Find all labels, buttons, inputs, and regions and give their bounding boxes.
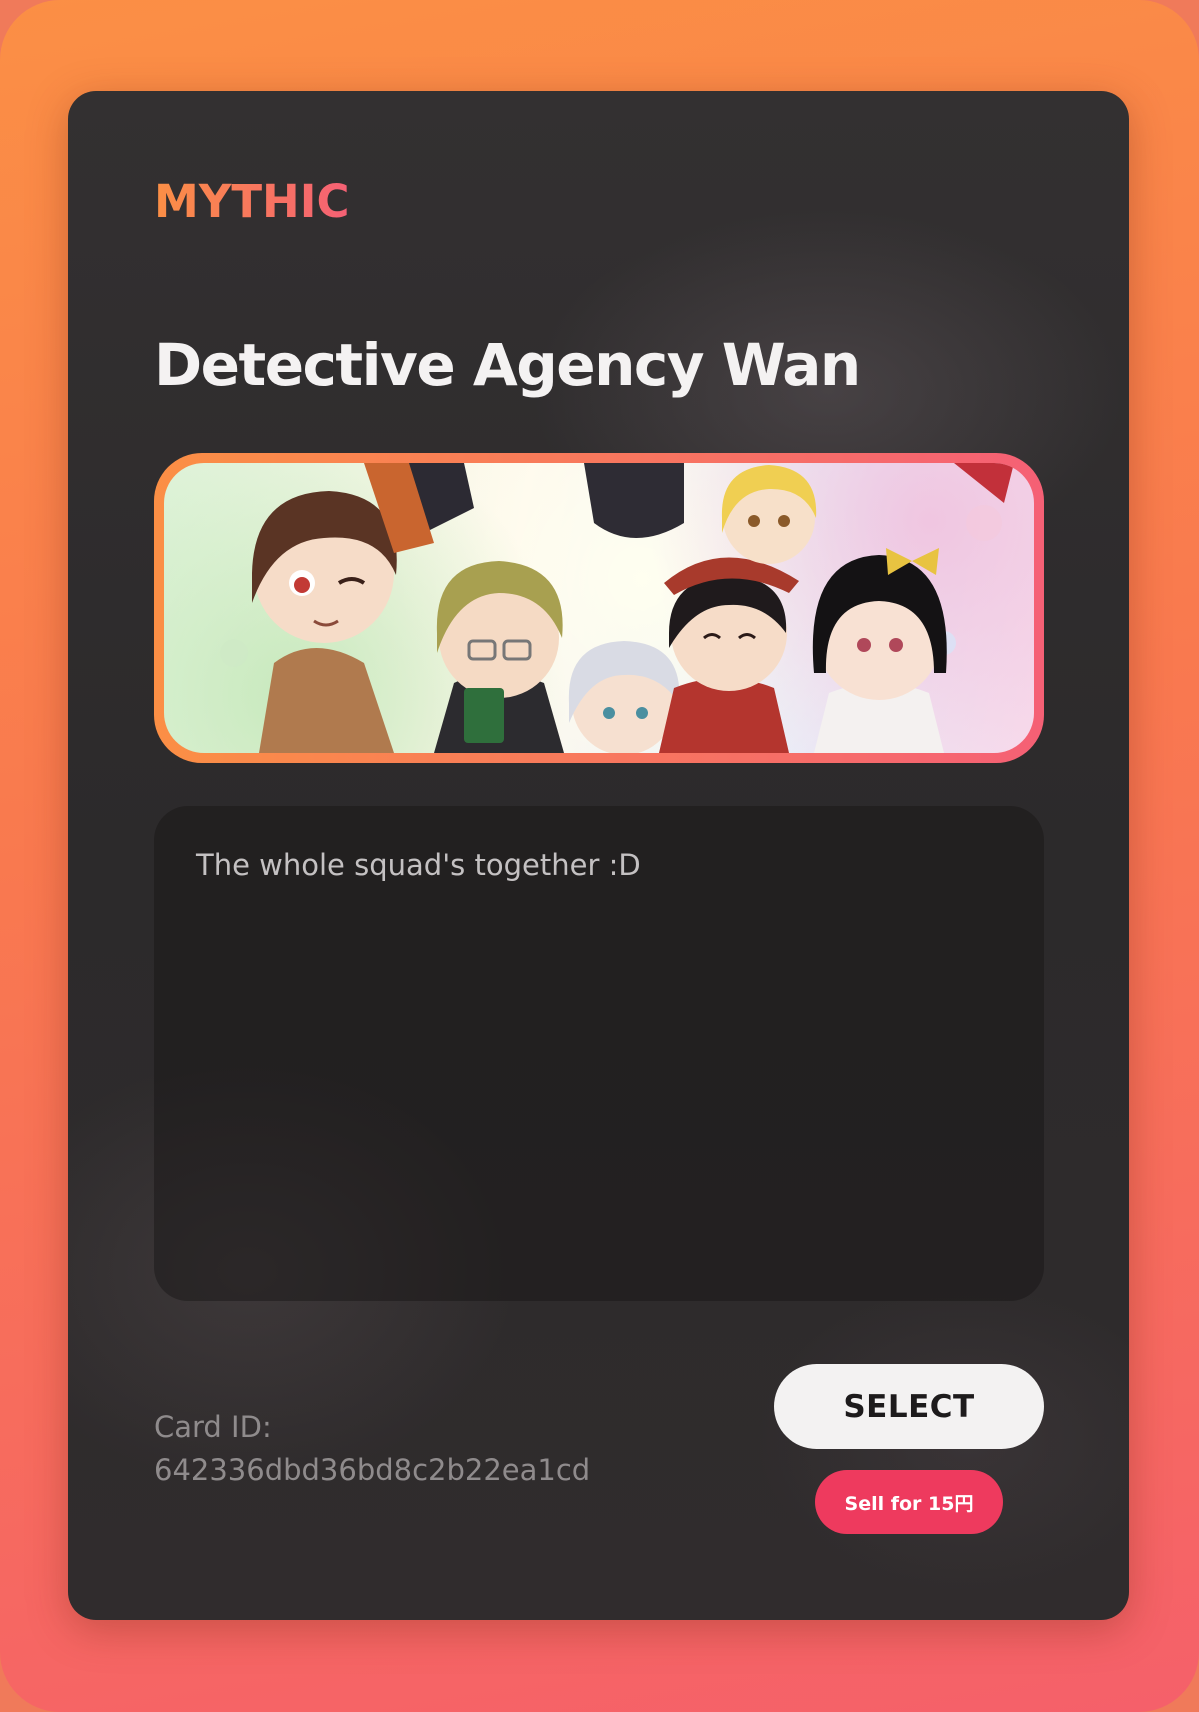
description-text: The whole squad's together :D <box>196 848 641 882</box>
character-6 <box>812 548 947 753</box>
card-frame: MYTHIC Detective Agency Wan The whole sq… <box>0 0 1199 1712</box>
card-image-frame <box>154 453 1044 763</box>
card-title: Detective Agency Wan <box>154 331 861 399</box>
character-1 <box>252 491 397 753</box>
card-panel: MYTHIC Detective Agency Wan The whole sq… <box>68 91 1129 1620</box>
select-button[interactable]: SELECT <box>774 1364 1044 1449</box>
card-id-label: Card ID: <box>154 1410 272 1444</box>
rarity-label: MYTHIC <box>154 175 350 228</box>
card-id-value: 642336dbd36bd8c2b22ea1cd <box>154 1453 591 1487</box>
card-id: Card ID: 642336dbd36bd8c2b22ea1cd <box>154 1406 590 1492</box>
character-5 <box>721 465 817 564</box>
card-image <box>164 463 1034 753</box>
character-2 <box>434 561 564 753</box>
character-4 <box>659 557 799 753</box>
anime-group-illustration-icon <box>220 463 1014 753</box>
description-box: The whole squad's together :D <box>154 806 1044 1301</box>
character-3 <box>568 641 680 753</box>
sell-button[interactable]: Sell for 15円 <box>815 1470 1003 1534</box>
